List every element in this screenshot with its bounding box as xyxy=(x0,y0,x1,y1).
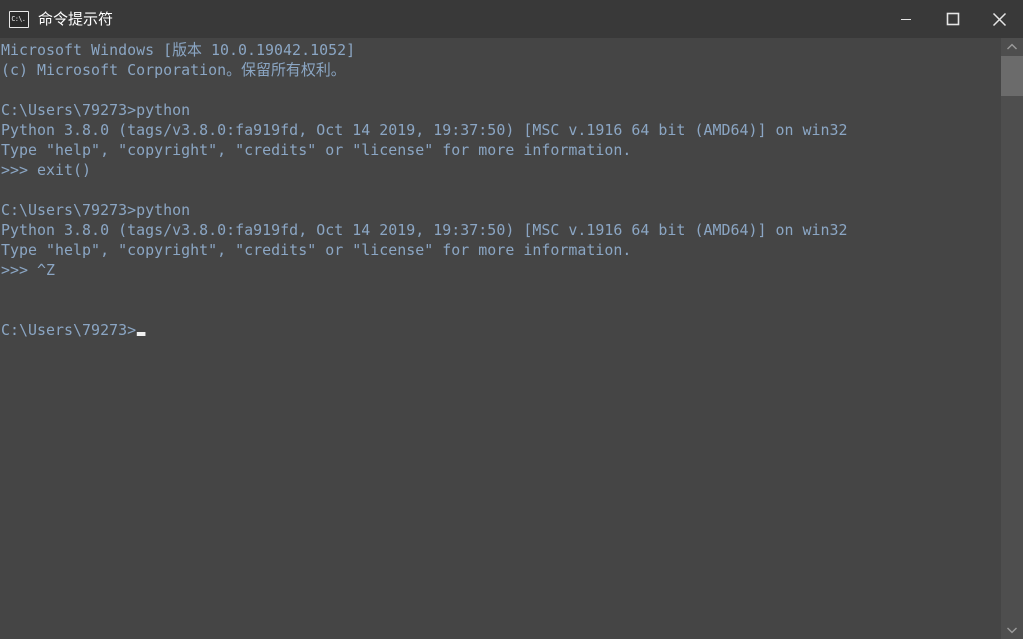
console-line xyxy=(1,180,964,200)
console-line: C:\Users\79273> xyxy=(1,320,964,340)
title-bar[interactable]: C:\. 命令提示符 xyxy=(0,0,1023,38)
console-line-text: C:\Users\79273>python xyxy=(1,201,191,219)
console-line: >>> exit() xyxy=(1,160,964,180)
title-bar-left: C:\. 命令提示符 xyxy=(0,0,882,38)
window-title: 命令提示符 xyxy=(38,10,114,28)
console-line: (c) Microsoft Corporation。保留所有权利。 xyxy=(1,60,964,80)
maximize-icon xyxy=(946,12,959,26)
maximize-button[interactable] xyxy=(929,0,976,38)
console-line-text: C:\Users\79273> xyxy=(1,321,137,339)
console-line: Type "help", "copyright", "credits" or "… xyxy=(1,240,964,260)
console-line: Python 3.8.0 (tags/v3.8.0:fa919fd, Oct 1… xyxy=(1,120,964,140)
console-line: C:\Users\79273>python xyxy=(1,200,964,220)
command-prompt-icon-label: C:\. xyxy=(11,15,26,23)
console-output-area[interactable]: Microsoft Windows [版本 10.0.19042.1052] (c… xyxy=(0,38,1001,639)
scroll-up-button[interactable] xyxy=(1001,38,1023,56)
text-cursor xyxy=(137,332,146,336)
console-line: Python 3.8.0 (tags/v3.8.0:fa919fd, Oct 1… xyxy=(1,220,964,240)
console-line-text xyxy=(1,81,10,99)
console-line-text: Type "help", "copyright", "credits" or "… xyxy=(1,141,632,159)
scroll-down-button[interactable] xyxy=(1001,621,1023,639)
close-icon xyxy=(992,12,1007,26)
console-line-text xyxy=(1,181,10,199)
close-button[interactable] xyxy=(976,0,1023,38)
console-line-text: Microsoft Windows [版本 10.0.19042.1052] xyxy=(1,41,356,59)
scrollbar-thumb[interactable] xyxy=(1001,56,1023,96)
vertical-scrollbar[interactable] xyxy=(1001,38,1023,639)
console-line-text: Python 3.8.0 (tags/v3.8.0:fa919fd, Oct 1… xyxy=(1,221,848,239)
minimize-button[interactable] xyxy=(882,0,929,38)
command-prompt-window: C:\. 命令提示符 Microsoft Windows [版本 10.0.19… xyxy=(0,0,1023,639)
console-line-text: >>> ^Z xyxy=(1,261,56,279)
console-line-text: Type "help", "copyright", "credits" or "… xyxy=(1,241,632,259)
console-line-text: Python 3.8.0 (tags/v3.8.0:fa919fd, Oct 1… xyxy=(1,121,848,139)
console-line: Microsoft Windows [版本 10.0.19042.1052] xyxy=(1,40,964,60)
console-line-text: (c) Microsoft Corporation。保留所有权利。 xyxy=(1,61,346,79)
chevron-up-icon xyxy=(1007,43,1017,50)
console-lines: Microsoft Windows [版本 10.0.19042.1052] (c… xyxy=(0,38,1001,340)
console-line xyxy=(1,280,964,300)
scrollbar-track[interactable] xyxy=(1001,56,1023,621)
minimize-icon xyxy=(900,19,911,20)
console-line-text xyxy=(1,281,10,299)
console-line: >>> ^Z xyxy=(1,260,964,280)
console-line-text xyxy=(1,301,10,319)
console-line-text: C:\Users\79273>python xyxy=(1,101,191,119)
console-line-text: >>> exit() xyxy=(1,161,92,179)
console-line xyxy=(1,80,964,100)
console-line: C:\Users\79273>python xyxy=(1,100,964,120)
console-line: Type "help", "copyright", "credits" or "… xyxy=(1,140,964,160)
command-prompt-icon: C:\. xyxy=(9,10,29,28)
console-line xyxy=(1,300,964,320)
window-controls xyxy=(882,0,1023,38)
chevron-down-icon xyxy=(1007,627,1017,634)
